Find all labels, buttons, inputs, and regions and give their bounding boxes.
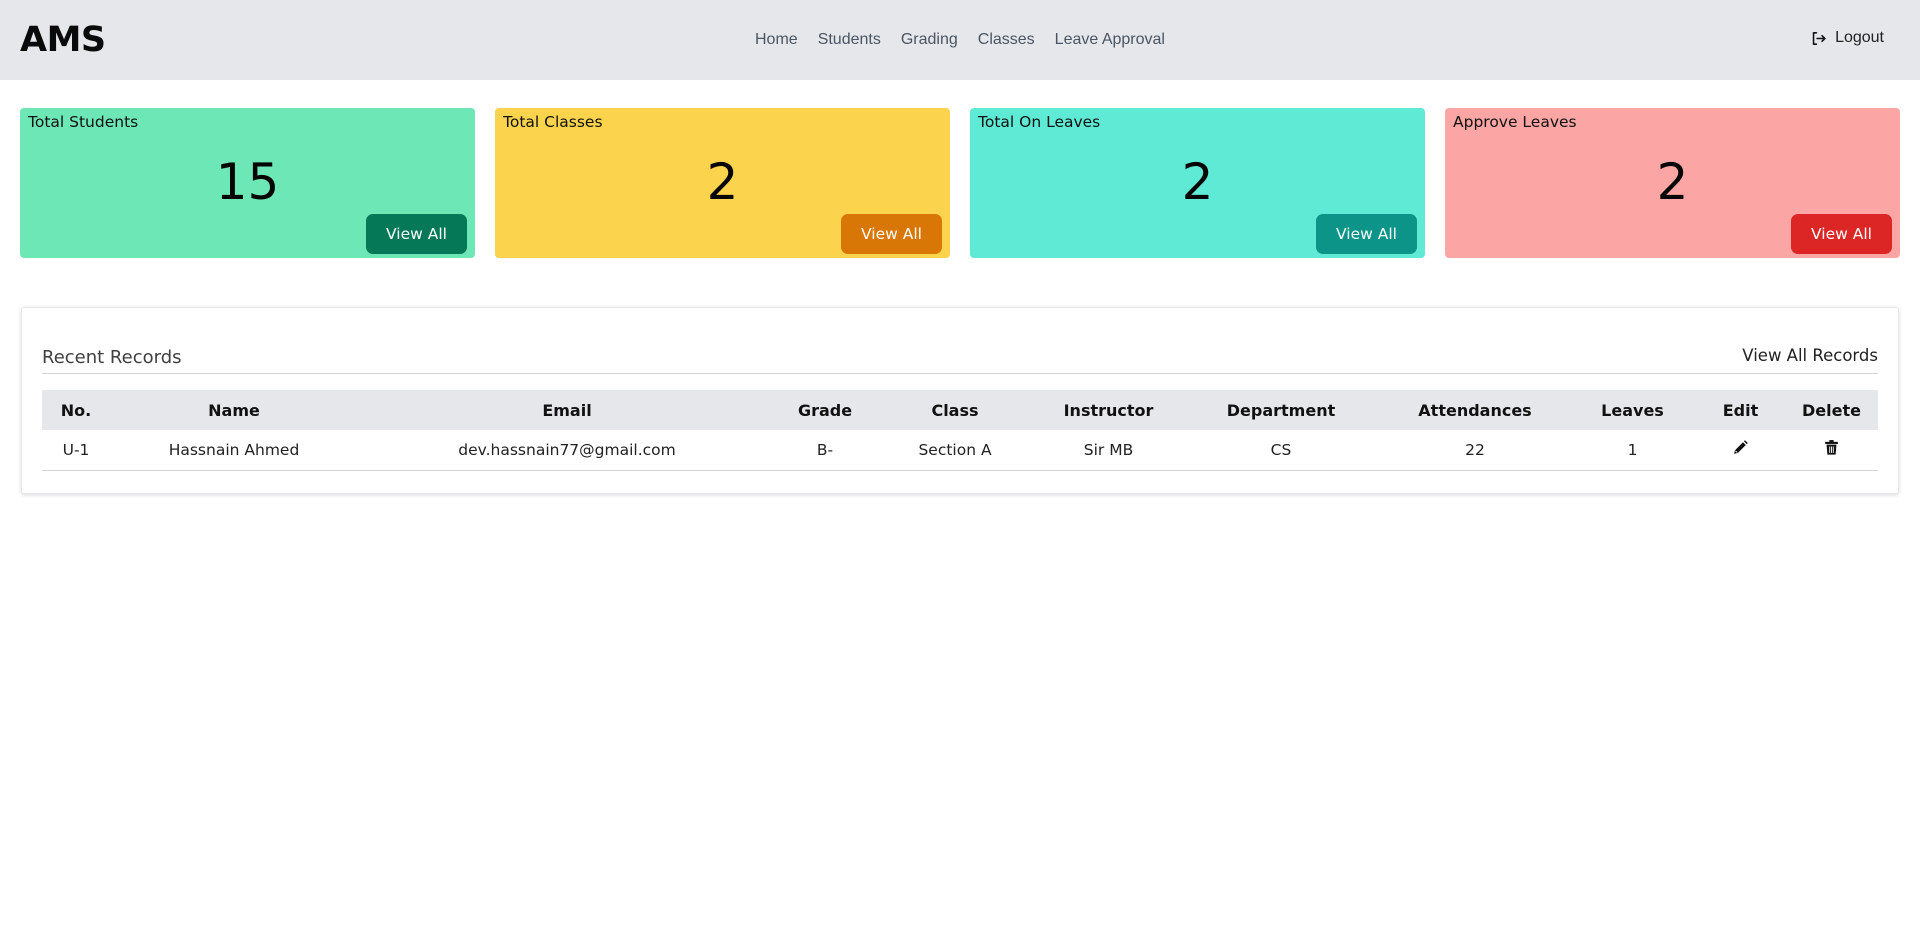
nav-leave-approval[interactable]: Leave Approval — [1055, 31, 1165, 49]
records-table: No. Name Email Grade Class Instructor De… — [42, 390, 1878, 471]
view-all-approvals-button[interactable]: View All — [1791, 214, 1892, 254]
recent-records-panel: Recent Records View All Records No. Name… — [21, 307, 1899, 494]
column-header: Class — [931, 400, 979, 420]
column-header: Department — [1226, 400, 1336, 420]
edit-button[interactable] — [1732, 439, 1749, 456]
nav-home[interactable]: Home — [755, 31, 798, 49]
view-all-classes-button[interactable]: View All — [841, 214, 942, 254]
column-header: Name — [208, 400, 260, 420]
logout-icon — [1812, 31, 1826, 45]
column-header: No. — [60, 400, 92, 420]
delete-button[interactable] — [1823, 439, 1840, 456]
divider — [42, 373, 1878, 374]
cell-name: Hassnain Ahmed — [168, 440, 300, 459]
card-total-students: Total Students 15 View All — [20, 108, 475, 258]
main-nav: Home Students Grading Classes Leave Appr… — [0, 0, 1920, 80]
stats-cards: Total Students 15 View All Total Classes… — [20, 108, 1900, 258]
cell-instructor: Sir MB — [1083, 440, 1134, 459]
table-row: U-1 Hassnain Ahmed dev.hassnain77@gmail.… — [42, 430, 1878, 470]
column-header: Delete — [1802, 400, 1861, 420]
card-title: Total Students — [28, 113, 139, 131]
card-total-classes: Total Classes 2 View All — [495, 108, 950, 258]
column-header: Leaves — [1601, 400, 1664, 420]
cell-grade: B- — [816, 440, 834, 459]
nav-grading[interactable]: Grading — [901, 31, 958, 49]
table-header-row: No. Name Email Grade Class Instructor De… — [42, 390, 1878, 430]
pencil-icon — [1734, 440, 1748, 455]
card-title: Total Classes — [503, 113, 603, 131]
card-title: Approve Leaves — [1453, 113, 1577, 131]
recent-records-title: Recent Records — [42, 347, 182, 368]
card-count: 2 — [1181, 153, 1214, 211]
cell-no: U-1 — [62, 440, 90, 459]
cell-class: Section A — [918, 440, 992, 459]
column-header: Edit — [1722, 400, 1759, 420]
top-navbar: AMS Home Students Grading Classes Leave … — [0, 0, 1920, 80]
card-count: 2 — [706, 153, 739, 211]
logout-button[interactable]: Logout — [1810, 29, 1884, 47]
brand-logo[interactable]: AMS — [20, 20, 106, 60]
cell-leaves: 1 — [1627, 440, 1638, 459]
card-count: 2 — [1656, 153, 1689, 211]
logout-label: Logout — [1835, 29, 1884, 46]
column-header: Attendances — [1418, 400, 1532, 420]
nav-students[interactable]: Students — [818, 31, 881, 49]
cell-attendances: 22 — [1465, 440, 1485, 459]
column-header: Grade — [797, 400, 853, 420]
card-title: Total On Leaves — [978, 113, 1101, 131]
column-header: Email — [542, 400, 592, 420]
cell-department: CS — [1270, 440, 1292, 459]
card-count: 15 — [215, 153, 280, 211]
card-total-on-leaves: Total On Leaves 2 View All — [970, 108, 1425, 258]
cell-delete — [1785, 430, 1878, 470]
cell-edit — [1696, 430, 1785, 470]
trash-icon — [1825, 440, 1838, 455]
view-all-students-button[interactable]: View All — [366, 214, 467, 254]
nav-classes[interactable]: Classes — [978, 31, 1035, 49]
card-approve-leaves: Approve Leaves 2 View All — [1445, 108, 1900, 258]
column-header: Instructor — [1063, 400, 1154, 420]
view-all-leaves-button[interactable]: View All — [1316, 214, 1417, 254]
view-all-records-link[interactable]: View All Records — [1742, 346, 1878, 365]
cell-email: dev.hassnain77@gmail.com — [458, 440, 676, 459]
